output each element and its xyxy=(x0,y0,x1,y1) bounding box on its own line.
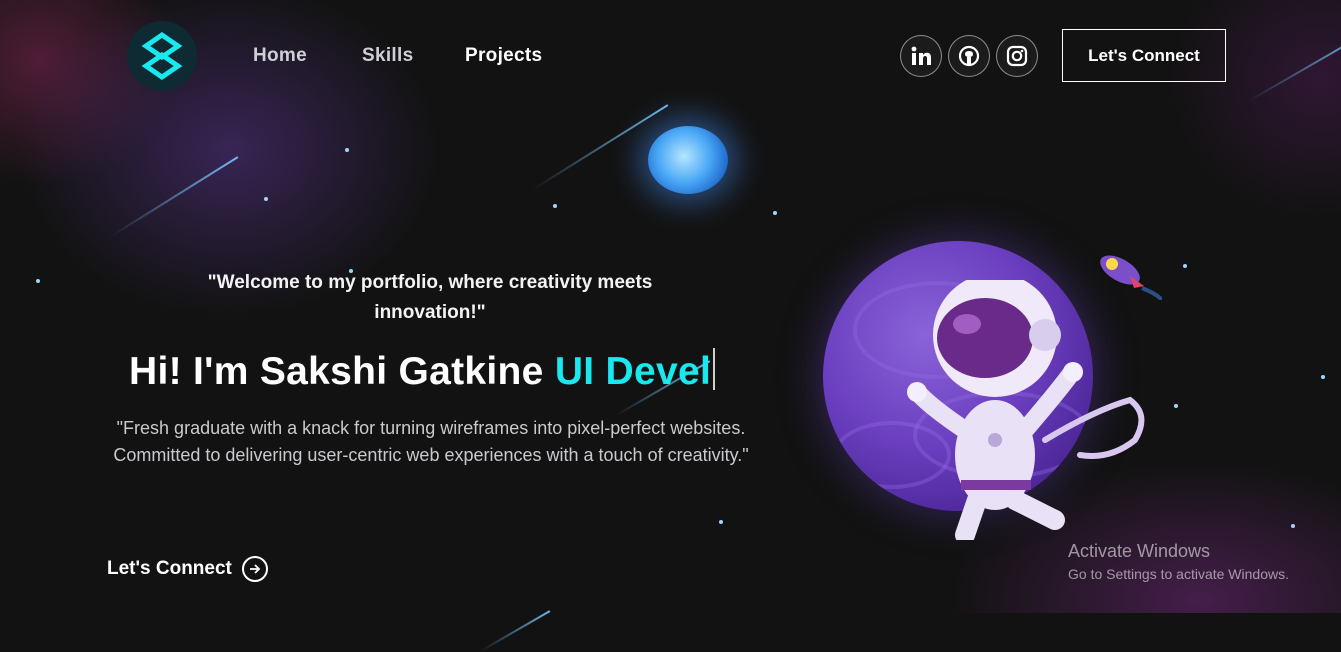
hero-description: "Fresh graduate with a knack for turning… xyxy=(113,418,749,465)
star xyxy=(773,211,777,215)
activate-subtitle: Go to Settings to activate Windows. xyxy=(1068,566,1289,582)
star xyxy=(1291,524,1295,528)
nav-skills[interactable]: Skills xyxy=(362,45,413,67)
shooting-star xyxy=(480,610,551,652)
logo-mark-icon xyxy=(141,32,183,80)
linkedin-icon xyxy=(911,46,931,65)
instagram-icon xyxy=(1006,45,1028,67)
astronaut-illustration xyxy=(907,280,1145,540)
star xyxy=(36,279,40,283)
rocket-illustration xyxy=(1100,255,1162,300)
hero-connect-link[interactable]: Let's Connect xyxy=(107,556,268,582)
star xyxy=(264,197,268,201)
logo[interactable] xyxy=(127,21,197,91)
typing-caret xyxy=(713,348,716,390)
activate-title: Activate Windows xyxy=(1068,541,1211,561)
hero-connect-label: Let's Connect xyxy=(107,558,232,579)
instagram-button[interactable] xyxy=(996,35,1038,77)
star xyxy=(1321,375,1325,379)
linkedin-button[interactable] xyxy=(900,35,942,77)
hero-headline: Hi! I'm Sakshi Gatkine UI Devel xyxy=(129,348,716,394)
star xyxy=(1174,404,1178,408)
lets-connect-button[interactable]: Let's Connect xyxy=(1062,29,1226,82)
headline-typed-role: UI Devel xyxy=(554,350,712,393)
github-button[interactable] xyxy=(948,35,990,77)
star xyxy=(553,204,557,208)
headline-static: Hi! I'm Sakshi Gatkine xyxy=(129,350,555,393)
star xyxy=(1183,264,1187,268)
windows-activation-notice: Activate Windows Go to Settings to activ… xyxy=(1068,541,1289,582)
star xyxy=(719,520,723,524)
arrow-right-circle-icon xyxy=(241,556,268,582)
nav-projects[interactable]: Projects xyxy=(465,45,542,67)
github-icon xyxy=(958,45,980,67)
star xyxy=(345,148,349,152)
nav-home[interactable]: Home xyxy=(253,45,307,67)
glowing-planet-orb xyxy=(648,126,728,194)
hero-tagline: "Welcome to my portfolio, where creativi… xyxy=(207,272,653,323)
